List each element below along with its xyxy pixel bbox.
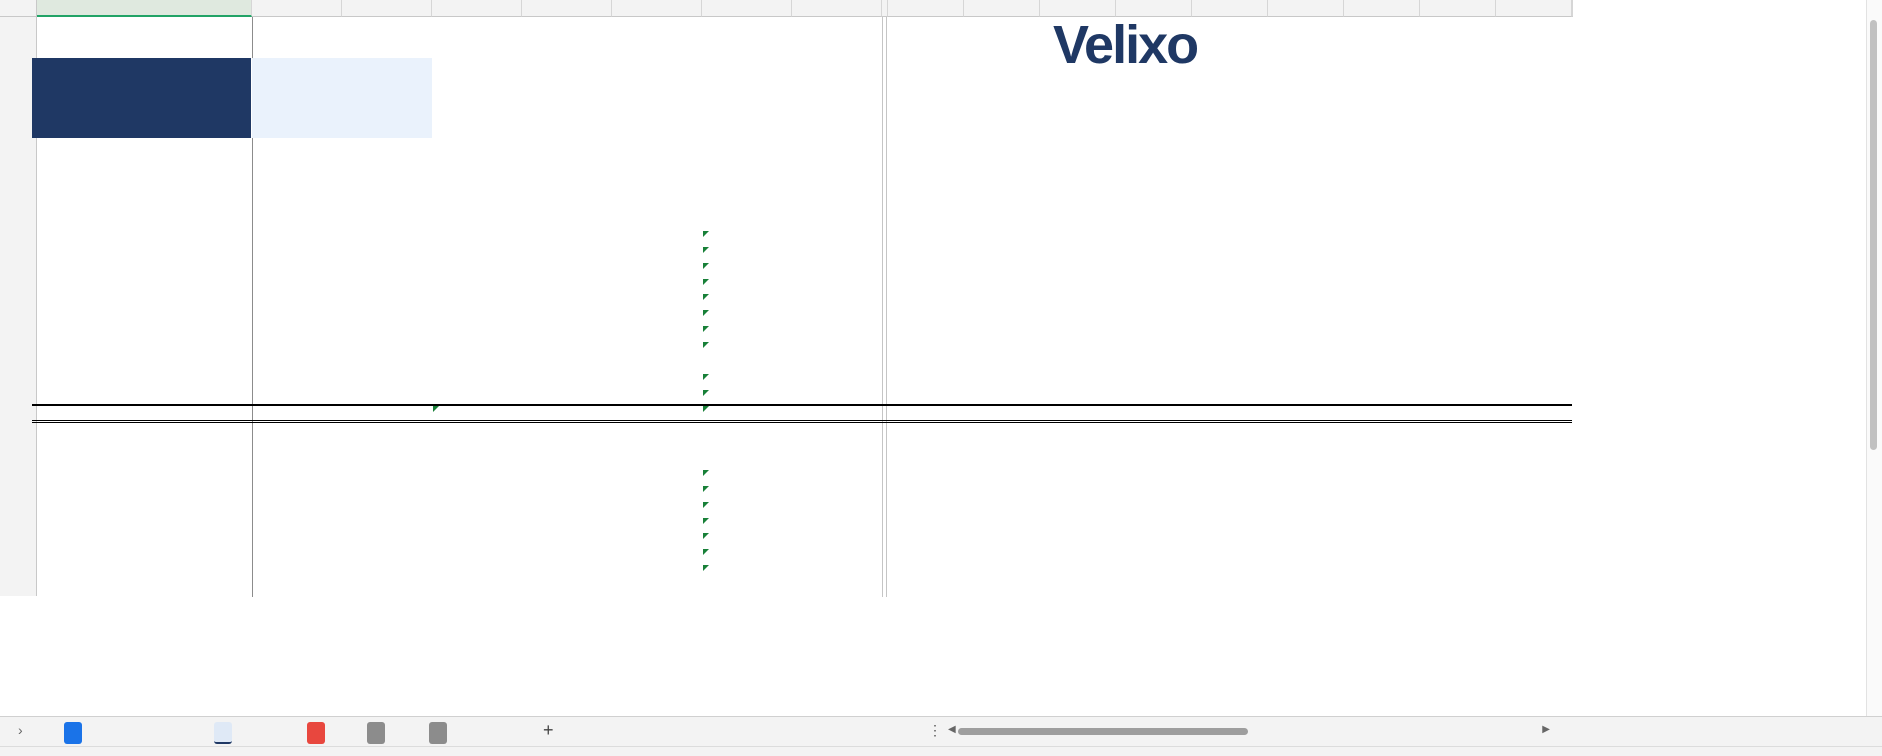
row-header-64[interactable] (0, 517, 37, 532)
cell-comment-marker (703, 390, 709, 396)
param-value-3[interactable] (252, 106, 432, 122)
row-header-58[interactable] (0, 485, 37, 501)
row-header-57[interactable] (0, 469, 37, 485)
cell-comment-marker (703, 326, 709, 332)
horizontal-scrollbar[interactable]: ◀ ▶ (948, 724, 1550, 738)
column-header-m-collapsed[interactable] (882, 0, 888, 17)
row-header-11[interactable] (0, 138, 37, 150)
column-divider (886, 17, 887, 597)
row-header-53[interactable] (0, 405, 37, 421)
cell-comment-marker (703, 231, 709, 237)
row-header-69[interactable] (0, 548, 37, 564)
cell-comment-marker (703, 374, 709, 380)
tab-control[interactable] (307, 722, 325, 744)
row-header-25[interactable] (0, 309, 37, 325)
row-header-13[interactable] (0, 166, 37, 198)
row-header-72[interactable] (0, 580, 37, 596)
row-header-67[interactable] (0, 532, 37, 548)
row-header-17[interactable] (0, 246, 37, 262)
cell-comment-marker (703, 565, 709, 571)
column-header-m[interactable] (888, 0, 964, 17)
cell-comment-marker (703, 470, 709, 476)
column-header-u[interactable] (1496, 0, 1572, 17)
cell-comment-marker (703, 533, 709, 539)
param-label-4 (32, 122, 251, 138)
column-header-e[interactable] (37, 0, 252, 17)
column-header-n[interactable] (964, 0, 1040, 17)
tab-balance-sheet[interactable] (214, 722, 232, 744)
param-label-0 (32, 58, 251, 74)
column-header-r[interactable] (1268, 0, 1344, 17)
row-header-15[interactable] (0, 214, 37, 230)
row-header-24[interactable] (0, 293, 37, 309)
sheet-tab-bar: › + ⋮ ◀ ▶ (0, 716, 1882, 746)
tab-balance-sheet-summary[interactable] (64, 722, 82, 744)
cell-comment-marker (703, 502, 709, 508)
param-value-0[interactable] (252, 58, 432, 74)
cell-comment-marker (703, 294, 709, 300)
horizontal-scroll-thumb[interactable] (958, 728, 1248, 735)
select-all-corner[interactable] (0, 0, 37, 17)
column-header-k[interactable] (702, 0, 792, 17)
cell-comment-marker (703, 518, 709, 524)
vertical-scroll-thumb[interactable] (1870, 20, 1877, 450)
status-bar (0, 746, 1882, 756)
row-header-16[interactable] (0, 230, 37, 246)
column-divider (882, 17, 883, 597)
column-header-f[interactable] (252, 0, 342, 17)
cell-comment-marker (703, 486, 709, 492)
total-row-border-bottom-2 (32, 422, 1572, 423)
row-header-55[interactable] (0, 437, 37, 453)
column-header-j[interactable] (612, 0, 702, 17)
column-header-i[interactable] (522, 0, 612, 17)
cell-comment-marker (703, 310, 709, 316)
cell-comment-marker (433, 406, 439, 412)
row-header-47[interactable] (0, 389, 37, 405)
row-header-45[interactable] (0, 373, 37, 389)
cell-comment-marker (703, 279, 709, 285)
column-header-q[interactable] (1192, 0, 1268, 17)
tab-scroll-right-icon[interactable]: › (18, 722, 23, 738)
param-label-2 (32, 90, 251, 106)
cell-comment-marker (703, 263, 709, 269)
scroll-right-icon[interactable]: ▶ (1542, 724, 1550, 735)
param-label-1 (32, 74, 251, 90)
param-label-3 (32, 106, 251, 122)
column-header-l[interactable] (792, 0, 882, 17)
total-row-border-top (32, 404, 1572, 406)
tab-options[interactable] (367, 722, 385, 744)
spreadsheet-grid[interactable]: Velixo (0, 0, 1882, 716)
row-header-27[interactable] (0, 341, 37, 357)
row-header-56[interactable] (0, 453, 37, 469)
row-header-14[interactable] (0, 198, 37, 214)
row-header-5[interactable] (0, 42, 37, 58)
tab-information[interactable] (429, 722, 447, 744)
row-header-70[interactable] (0, 564, 37, 580)
row-header-4[interactable] (0, 17, 37, 42)
column-header-t[interactable] (1420, 0, 1496, 17)
row-header-18[interactable] (0, 262, 37, 278)
plus-icon[interactable]: + (543, 720, 554, 741)
column-header-s[interactable] (1344, 0, 1420, 17)
scroll-left-icon[interactable]: ◀ (948, 724, 956, 735)
row-header-20[interactable] (0, 278, 37, 293)
total-row-border-bottom (32, 420, 1572, 421)
velixo-logo: Velixo (1053, 15, 1199, 75)
more-options-icon[interactable]: ⋮ (928, 722, 942, 739)
row-header-12[interactable] (0, 150, 37, 166)
row-header-26[interactable] (0, 325, 37, 341)
cell-comment-marker (703, 406, 709, 412)
cell-comment-marker (703, 549, 709, 555)
column-header-g[interactable] (342, 0, 432, 17)
column-header-h[interactable] (432, 0, 522, 17)
column-header-v[interactable] (1572, 0, 1573, 17)
param-value-1[interactable] (252, 74, 432, 90)
cell-comment-marker (703, 342, 709, 348)
param-value-2[interactable] (252, 90, 432, 106)
param-value-4[interactable] (252, 122, 432, 138)
row-header-54[interactable] (0, 421, 37, 437)
row-header-59[interactable] (0, 501, 37, 517)
cell-comment-marker (703, 247, 709, 253)
row-header-38[interactable] (0, 357, 37, 373)
